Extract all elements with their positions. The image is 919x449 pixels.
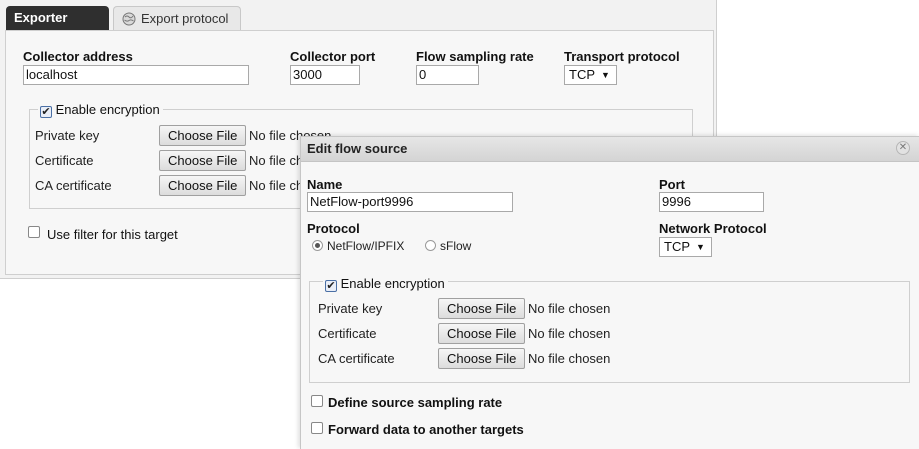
dialog-ca-certificate-choose-file-button[interactable]: Choose File (438, 348, 526, 369)
forward-data-label: Forward data to another targets (328, 422, 524, 437)
network-protocol-select[interactable]: TCP ▼ (659, 237, 712, 257)
port-label: Port (659, 177, 685, 192)
name-input[interactable]: NetFlow-port9996 (307, 192, 513, 212)
enable-encryption-label: Enable encryption (55, 102, 160, 117)
certificate-label: Certificate (35, 153, 94, 168)
dialog-certificate-file-status: No file chosen (528, 326, 611, 341)
netflow-radio-label: NetFlow/IPFIX (327, 239, 405, 253)
ca-certificate-label: CA certificate (35, 178, 112, 193)
certificate-choose-file-button[interactable]: Choose File (159, 150, 247, 171)
globe-icon (122, 12, 136, 26)
dialog-title: Edit flow source (307, 141, 408, 156)
name-label: Name (307, 177, 343, 192)
dialog-ca-certificate-label: CA certificate (318, 351, 395, 366)
tab-export-protocol-label: Export protocol (141, 11, 229, 26)
flow-sampling-rate-label: Flow sampling rate (416, 49, 534, 64)
network-protocol-value: TCP (664, 239, 690, 254)
dialog-private-key-choose-file-button[interactable]: Choose File (438, 298, 526, 319)
collector-port-input[interactable]: 3000 (290, 65, 360, 85)
dialog-ca-certificate-file-status: No file chosen (528, 351, 611, 366)
network-protocol-label: Network Protocol (659, 221, 767, 236)
forward-data-checkbox[interactable] (311, 422, 323, 434)
edit-flow-source-dialog: Edit flow source ✕ Name NetFlow-port9996… (300, 136, 919, 449)
protocol-label: Protocol (307, 221, 360, 236)
ca-certificate-choose-file-button[interactable]: Choose File (159, 175, 247, 196)
dialog-certificate-choose-file-button[interactable]: Choose File (438, 323, 526, 344)
close-icon[interactable]: ✕ (896, 141, 910, 155)
collector-address-label: Collector address (23, 49, 133, 64)
define-sampling-rate-label: Define source sampling rate (328, 395, 503, 410)
transport-protocol-label: Transport protocol (564, 49, 680, 64)
chevron-down-icon: ▼ (696, 242, 705, 252)
collector-address-input[interactable]: localhost (23, 65, 249, 85)
encryption-legend: ✔ Enable encryption (38, 102, 163, 118)
netflow-radio[interactable] (312, 240, 323, 251)
define-sampling-rate-checkbox[interactable] (311, 395, 323, 407)
private-key-label: Private key (35, 128, 100, 143)
dialog-enable-encryption-label: Enable encryption (340, 276, 445, 291)
transport-protocol-value: TCP (569, 67, 595, 82)
sflow-radio-label: sFlow (440, 239, 472, 253)
tab-export-protocol[interactable]: Export protocol (113, 6, 241, 30)
dialog-private-key-file-status: No file chosen (528, 301, 611, 316)
tab-exporter-target[interactable]: Exporter target (6, 6, 109, 49)
sflow-radio[interactable] (425, 240, 436, 251)
chevron-down-icon: ▼ (601, 70, 610, 80)
dialog-certificate-label: Certificate (318, 326, 377, 341)
use-filter-checkbox[interactable] (28, 226, 40, 238)
transport-protocol-select[interactable]: TCP ▼ (564, 65, 617, 85)
use-filter-label: Use filter for this target (47, 227, 178, 242)
collector-port-label: Collector port (290, 49, 376, 64)
port-input[interactable]: 9996 (659, 192, 764, 212)
dialog-enable-encryption-checkbox[interactable]: ✔ (325, 280, 337, 292)
enable-encryption-checkbox[interactable]: ✔ (40, 106, 52, 118)
private-key-choose-file-button[interactable]: Choose File (159, 125, 247, 146)
flow-sampling-rate-input[interactable]: 0 (416, 65, 479, 85)
dialog-private-key-label: Private key (318, 301, 383, 316)
dialog-titlebar[interactable]: Edit flow source ✕ (301, 137, 919, 162)
dialog-encryption-legend: ✔ Enable encryption (323, 276, 448, 292)
